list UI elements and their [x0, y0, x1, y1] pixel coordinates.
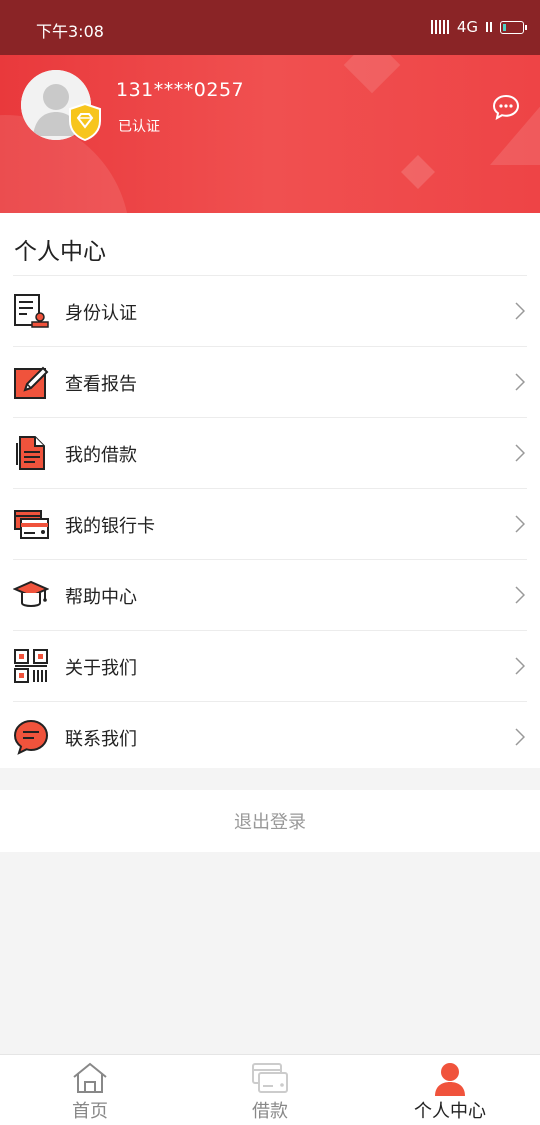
chevron-right-icon	[515, 444, 525, 462]
tab-label: 个人中心	[414, 1101, 486, 1122]
signal-icon	[430, 20, 449, 34]
chevron-right-icon	[515, 657, 525, 675]
qr-code-icon	[14, 649, 48, 683]
page-title: 个人中心	[14, 239, 106, 265]
chevron-right-icon	[515, 302, 525, 320]
tab-home[interactable]: 首页	[0, 1055, 180, 1125]
status-bar: 下午3:08 4G	[0, 0, 540, 55]
chat-bubble-icon	[13, 719, 49, 755]
network-type: 4G	[456, 18, 478, 36]
logout-button[interactable]: 退出登录	[0, 790, 540, 852]
id-verify-icon	[14, 294, 49, 328]
verified-shield-icon	[68, 102, 102, 145]
user-icon	[435, 1063, 465, 1096]
menu-item-identity[interactable]: 身份认证	[13, 275, 527, 346]
menu-item-label: 联系我们	[65, 729, 137, 750]
user-phone: 131****0257	[116, 79, 245, 101]
menu-item-about-us[interactable]: 关于我们	[13, 630, 527, 701]
menu-item-label: 关于我们	[65, 658, 137, 679]
tab-label: 首页	[72, 1101, 108, 1122]
bottom-tab-bar: 首页 借款 个人中心	[0, 1054, 540, 1125]
chevron-right-icon	[515, 373, 525, 391]
report-edit-icon	[14, 366, 49, 399]
graduation-cap-icon	[13, 580, 49, 607]
chevron-right-icon	[515, 515, 525, 533]
menu-item-label: 身份认证	[65, 303, 137, 324]
verified-status: 已认证	[118, 119, 160, 135]
menu-item-help-center[interactable]: 帮助中心	[13, 559, 527, 630]
message-icon[interactable]	[492, 93, 520, 121]
chevron-right-icon	[515, 728, 525, 746]
bank-card-icon	[14, 510, 49, 539]
menu-item-bank-card[interactable]: 我的银行卡	[13, 488, 527, 559]
menu-item-label: 我的借款	[65, 445, 137, 466]
menu-item-label: 我的银行卡	[65, 516, 155, 537]
decor-diamond	[343, 55, 401, 94]
tab-personal-center[interactable]: 个人中心	[360, 1055, 540, 1125]
menu-list: 身份认证 查看报告 我的借款 我的银行卡 帮助中心 关于我们 联系我们	[0, 275, 540, 772]
tab-label: 借款	[252, 1101, 288, 1122]
menu-item-label: 查看报告	[65, 374, 137, 395]
home-icon	[73, 1062, 107, 1093]
status-indicators: 4G	[430, 18, 527, 36]
tab-loan[interactable]: 借款	[180, 1055, 360, 1125]
menu-item-report[interactable]: 查看报告	[13, 346, 527, 417]
menu-item-contact-us[interactable]: 联系我们	[13, 701, 527, 772]
signal-small-icon	[486, 22, 492, 32]
status-time: 下午3:08	[36, 22, 104, 41]
menu-item-label: 帮助中心	[65, 587, 137, 608]
battery-icon	[500, 20, 527, 34]
loan-card-icon	[252, 1063, 288, 1093]
menu-item-my-loans[interactable]: 我的借款	[13, 417, 527, 488]
loan-document-icon	[16, 436, 45, 470]
profile-header: 131****0257 已认证	[0, 55, 540, 213]
decor-diamond	[401, 155, 435, 189]
chevron-right-icon	[515, 586, 525, 604]
profile-menu-card: 个人中心 身份认证 查看报告 我的借款 我的银行卡 帮助中心 关于我们 联系我们	[0, 213, 540, 768]
